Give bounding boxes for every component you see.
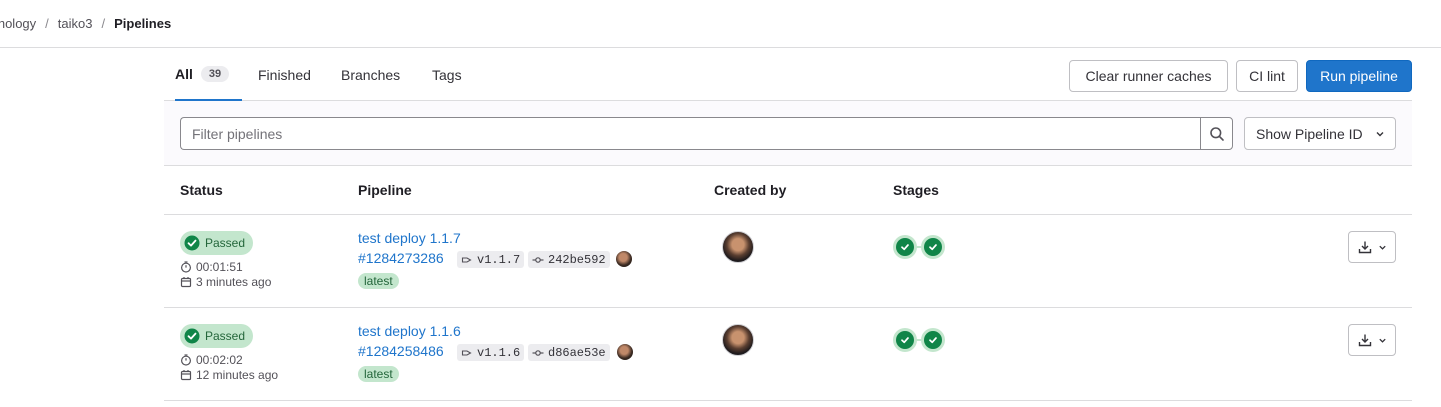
- commit-sha-chip[interactable]: 242be592: [528, 251, 610, 268]
- filter-search-button[interactable]: [1200, 117, 1233, 150]
- finished-time: 3 minutes ago: [180, 275, 271, 289]
- status-badge[interactable]: Passed: [180, 324, 254, 348]
- finished-text: 12 minutes ago: [196, 368, 279, 382]
- column-header-pipeline: Pipeline: [358, 182, 412, 198]
- breadcrumb-item-project[interactable]: taiko3: [58, 16, 93, 31]
- breadcrumb: ethology / taiko3 / Pipelines: [0, 0, 1441, 48]
- status-label: Passed: [205, 236, 246, 250]
- duration: 00:02:02: [180, 353, 243, 367]
- show-pipeline-id-dropdown[interactable]: Show Pipeline ID: [1244, 117, 1396, 150]
- chevron-down-icon: [1378, 338, 1386, 343]
- finished-time: 12 minutes ago: [180, 368, 278, 382]
- creator-avatar[interactable]: [722, 324, 754, 356]
- calendar-icon: [180, 370, 192, 381]
- tab-all[interactable]: All 39: [175, 48, 243, 101]
- duration: 00:01:51: [180, 260, 243, 274]
- pipeline-stages: [893, 328, 945, 352]
- tab-branches[interactable]: Branches: [341, 48, 400, 101]
- finished-text: 3 minutes ago: [196, 275, 272, 289]
- tab-finished[interactable]: Finished: [258, 48, 311, 101]
- breadcrumb-separator: /: [45, 16, 49, 31]
- check-circle-icon: [184, 235, 200, 251]
- commit-sha-text: 242be592: [548, 252, 606, 267]
- tag-icon: [461, 256, 472, 263]
- pipeline-stages: [893, 235, 945, 259]
- pipeline-title-link[interactable]: test deploy 1.1.7: [358, 230, 461, 246]
- tag-ref-chip[interactable]: v1.1.6: [457, 344, 525, 361]
- commit-author-avatar[interactable]: [617, 344, 633, 360]
- commit-sha-chip[interactable]: d86ae53e: [528, 344, 610, 361]
- tab-tags[interactable]: Tags: [432, 48, 462, 101]
- calendar-icon: [180, 277, 192, 288]
- duration-text: 00:02:02: [196, 353, 243, 367]
- tag-ref-text: v1.1.7: [477, 252, 521, 267]
- table-row: Passed 00:02:02 12 minutes ago test depl…: [164, 308, 1412, 401]
- filter-placeholder: Filter pipelines: [192, 125, 283, 142]
- status-label: Passed: [205, 329, 246, 343]
- duration-text: 00:01:51: [196, 260, 243, 274]
- check-circle-icon: [184, 328, 200, 344]
- download-icon: [1358, 334, 1371, 347]
- latest-badge: latest: [358, 273, 399, 289]
- commit-icon: [532, 349, 544, 356]
- check-icon: [924, 238, 942, 256]
- stage-passed-button[interactable]: [893, 235, 917, 259]
- tab-all-count-badge: 39: [200, 65, 230, 82]
- commit-sha-text: d86ae53e: [548, 345, 606, 360]
- breadcrumb-item-group[interactable]: ethology: [0, 16, 36, 31]
- stage-passed-button[interactable]: [921, 328, 945, 352]
- tab-branches-label: Branches: [341, 66, 401, 83]
- tag-icon: [461, 349, 472, 356]
- filter-bar: Filter pipelines Show Pipeline ID: [164, 101, 1412, 166]
- stage-passed-button[interactable]: [893, 328, 917, 352]
- run-pipeline-button[interactable]: Run pipeline: [1306, 60, 1412, 92]
- commit-author-avatar[interactable]: [616, 251, 632, 267]
- pipeline-title-link[interactable]: test deploy 1.1.6: [358, 323, 461, 339]
- download-artifacts-button[interactable]: [1348, 324, 1396, 356]
- column-header-stages: Stages: [893, 182, 939, 198]
- tab-finished-label: Finished: [258, 66, 311, 83]
- check-icon: [896, 238, 914, 256]
- filter-pipelines-input[interactable]: Filter pipelines: [180, 117, 1201, 150]
- latest-badge: latest: [358, 366, 399, 382]
- breadcrumb-separator: /: [101, 16, 106, 31]
- table-header: Status Pipeline Created by Stages: [164, 166, 1412, 215]
- chevron-down-icon: [1376, 132, 1384, 137]
- check-icon: [924, 331, 942, 349]
- pipeline-id-link[interactable]: #1284273286: [358, 250, 444, 266]
- column-header-created-by: Created by: [714, 182, 787, 198]
- tab-tags-label: Tags: [432, 66, 462, 83]
- commit-icon: [532, 256, 544, 263]
- ci-lint-button[interactable]: CI lint: [1236, 60, 1298, 92]
- pipeline-id-link[interactable]: #1284258486: [358, 343, 444, 359]
- tag-ref-chip[interactable]: v1.1.7: [457, 251, 525, 268]
- status-badge[interactable]: Passed: [180, 231, 254, 255]
- search-icon: [1209, 126, 1224, 141]
- check-icon: [896, 331, 914, 349]
- table-row: Passed 00:01:51 3 minutes ago test deplo…: [164, 215, 1412, 308]
- show-pipeline-id-label: Show Pipeline ID: [1256, 125, 1363, 142]
- tab-all-label: All: [175, 65, 193, 82]
- chevron-down-icon: [1378, 245, 1386, 250]
- timer-icon: [180, 354, 192, 366]
- download-icon: [1358, 241, 1371, 254]
- download-artifacts-button[interactable]: [1348, 231, 1396, 263]
- breadcrumb-item-current[interactable]: Pipelines: [114, 16, 171, 31]
- tag-ref-text: v1.1.6: [477, 345, 521, 360]
- creator-avatar[interactable]: [722, 231, 754, 263]
- stage-passed-button[interactable]: [921, 235, 945, 259]
- timer-icon: [180, 261, 192, 273]
- clear-runner-caches-button[interactable]: Clear runner caches: [1069, 60, 1228, 92]
- column-header-status: Status: [180, 182, 223, 198]
